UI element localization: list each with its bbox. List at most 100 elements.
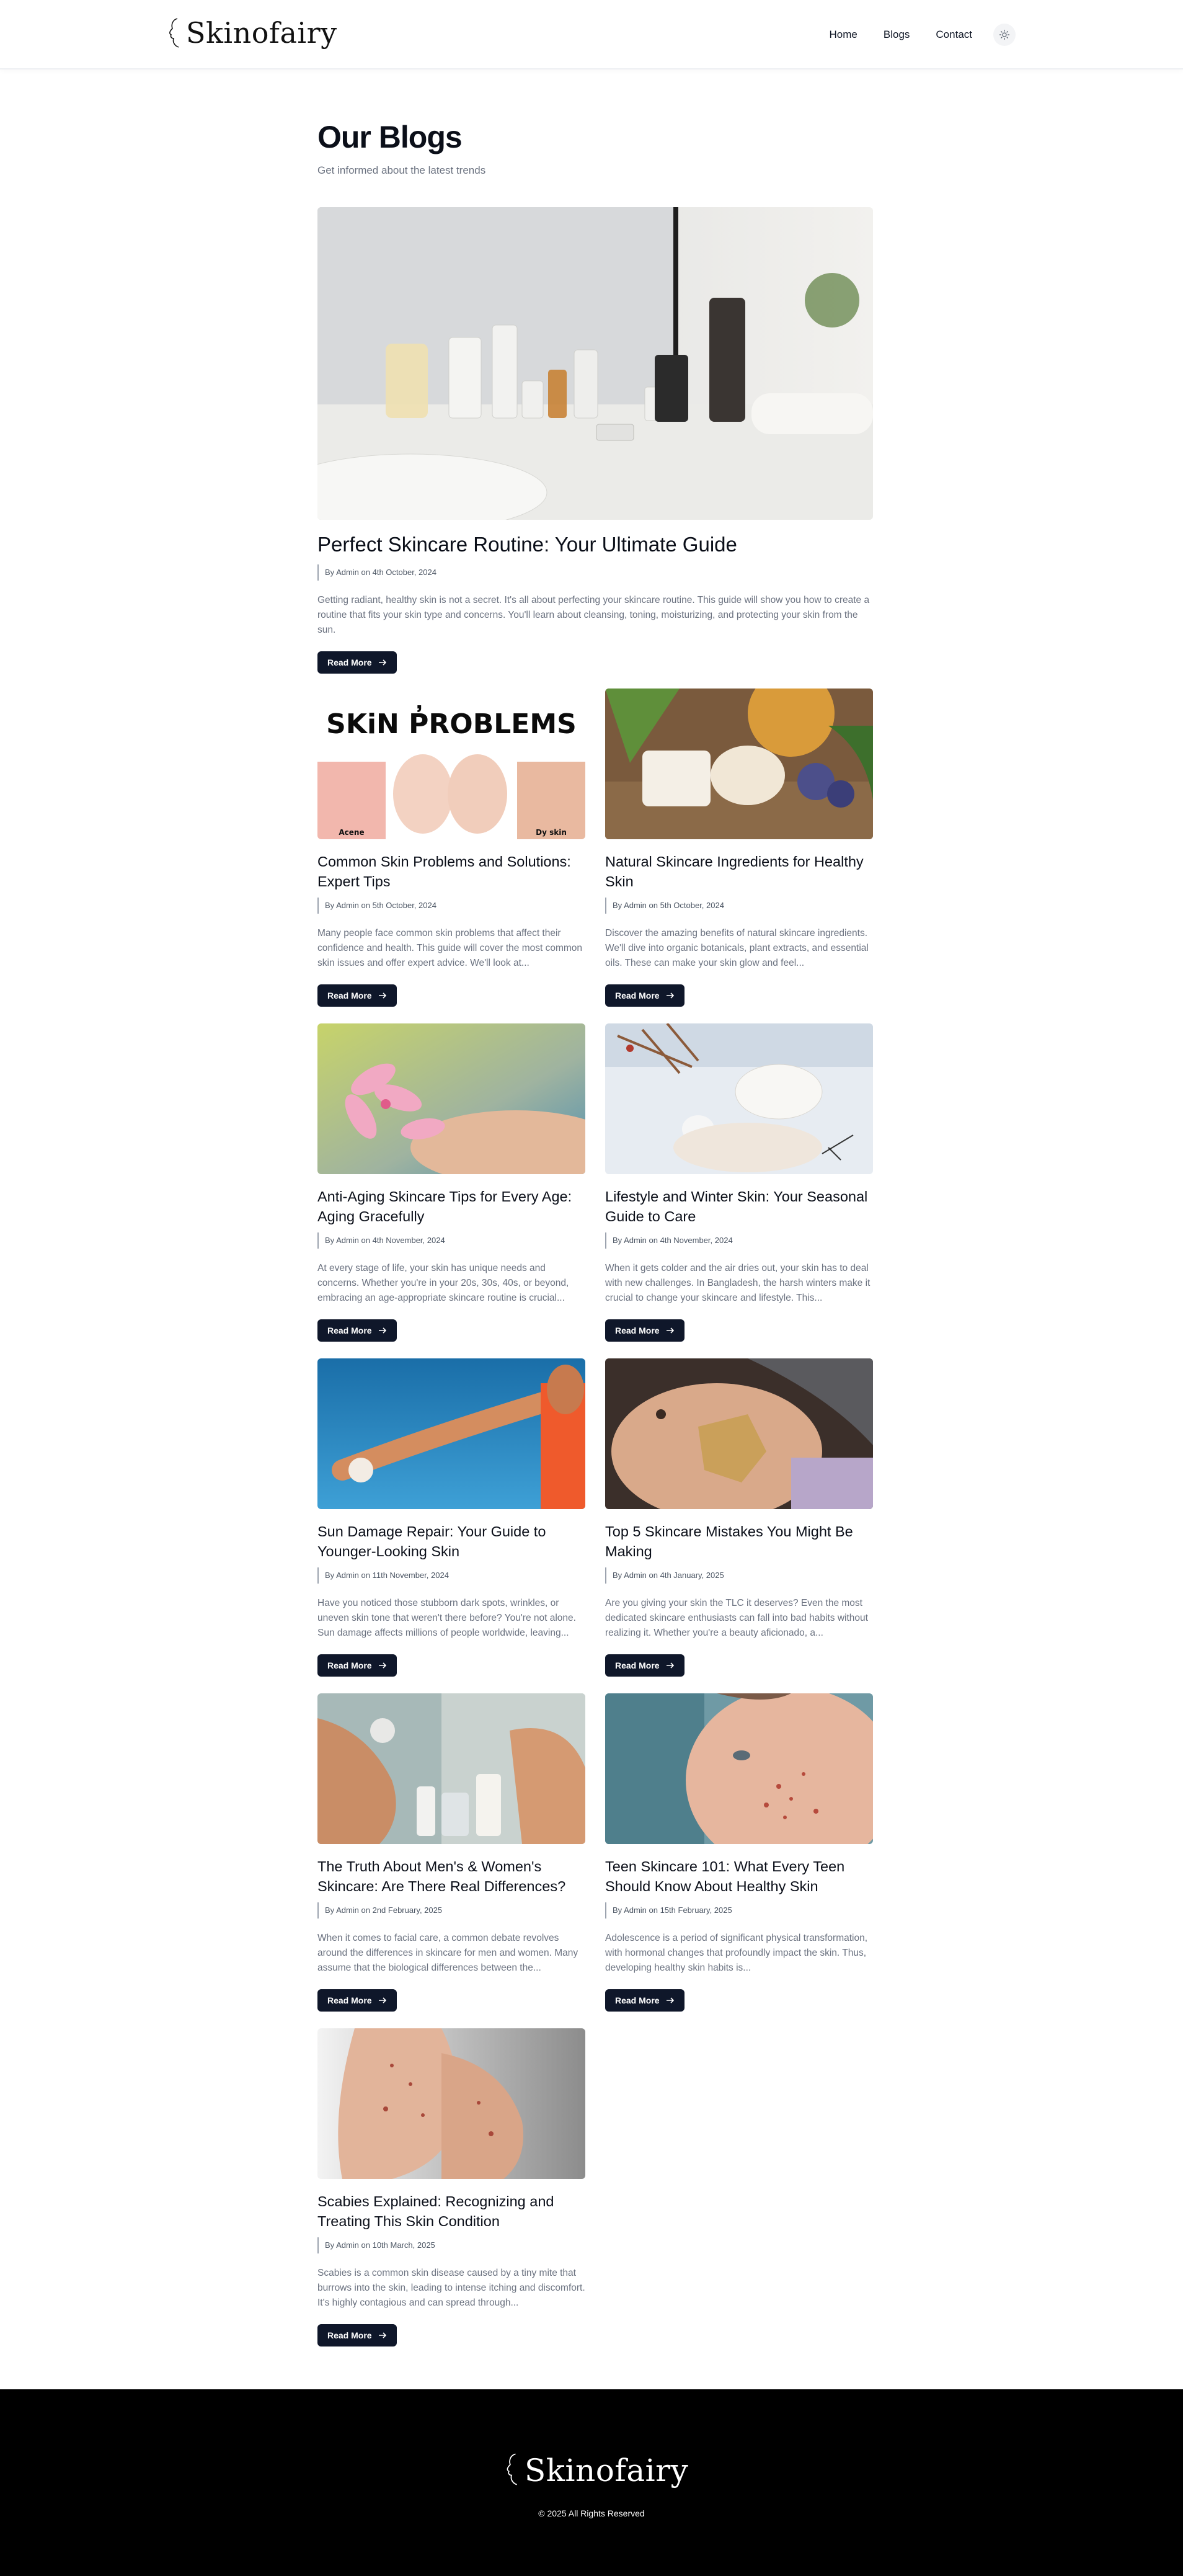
blog-card-excerpt: Are you giving your skin the TLC it dese… bbox=[605, 1598, 868, 1638]
read-more-label: Read More bbox=[615, 1995, 660, 2005]
blog-card: Sun Damage Repair: Your Guide to Younger… bbox=[317, 1358, 585, 1677]
nav-blogs[interactable]: Blogs bbox=[884, 24, 910, 46]
footer-brand-logo[interactable]: Skinofairy bbox=[502, 2451, 688, 2487]
blog-card-excerpt: When it gets colder and the air dries ou… bbox=[605, 1263, 871, 1303]
theme-toggle-button[interactable] bbox=[993, 24, 1016, 46]
image-label-left: Acene bbox=[339, 828, 364, 837]
copyright-text: © 2025 All Rights Reserved bbox=[538, 2508, 645, 2518]
blog-card: Natural Skincare Ingredients for Healthy… bbox=[605, 689, 873, 1007]
blog-card-image[interactable] bbox=[317, 1693, 585, 1844]
read-more-label: Read More bbox=[327, 1995, 372, 2005]
blog-card-excerpt: Scabies is a common skin disease caused … bbox=[317, 2268, 585, 2308]
blog-card-meta: By Admin on 5th October, 2024 bbox=[605, 898, 873, 914]
blog-card-title[interactable]: Scabies Explained: Recognizing and Treat… bbox=[317, 2191, 585, 2231]
arrow-right-icon bbox=[378, 992, 386, 999]
blog-card-image[interactable] bbox=[605, 1693, 873, 1844]
blog-card-meta: By Admin on 5th October, 2024 bbox=[317, 898, 585, 914]
featured-post: Perfect Skincare Routine: Your Ultimate … bbox=[317, 207, 873, 674]
arrow-right-icon bbox=[666, 1997, 674, 2003]
arrow-right-icon bbox=[666, 992, 674, 999]
read-more-label: Read More bbox=[327, 991, 372, 1001]
blog-card-title[interactable]: Common Skin Problems and Solutions: Expe… bbox=[317, 852, 585, 891]
blog-card-image[interactable] bbox=[605, 689, 873, 839]
blog-card: Top 5 Skincare Mistakes You Might Be Mak… bbox=[605, 1358, 873, 1677]
arrow-right-icon bbox=[378, 2332, 386, 2338]
blog-card-excerpt: Adolescence is a period of significant p… bbox=[605, 1933, 868, 1973]
read-more-button[interactable]: Read More bbox=[605, 984, 685, 1007]
read-more-button[interactable]: Read More bbox=[605, 1989, 685, 2012]
sun-icon bbox=[999, 29, 1010, 40]
read-more-button[interactable]: Read More bbox=[317, 1319, 397, 1342]
blog-card-title[interactable]: Anti-Aging Skincare Tips for Every Age: … bbox=[317, 1187, 585, 1226]
brand-name: Skinofairy bbox=[186, 16, 337, 50]
blog-card-excerpt: At every stage of life, your skin has un… bbox=[317, 1263, 569, 1303]
image-label-right: Dy skin bbox=[536, 828, 567, 837]
blog-card-meta: By Admin on 15th February, 2025 bbox=[605, 1902, 873, 1919]
read-more-button[interactable]: Read More bbox=[317, 651, 397, 674]
read-more-button[interactable]: Read More bbox=[317, 1654, 397, 1677]
blog-card-image[interactable] bbox=[317, 2028, 585, 2179]
blog-card: Scabies Explained: Recognizing and Treat… bbox=[317, 2028, 585, 2346]
featured-post-title[interactable]: Perfect Skincare Routine: Your Ultimate … bbox=[317, 531, 873, 558]
blog-card-image[interactable] bbox=[317, 1023, 585, 1174]
read-more-button[interactable]: Read More bbox=[605, 1654, 685, 1677]
site-header: Skinofairy Home Blogs Contact bbox=[0, 0, 1183, 69]
blog-card-excerpt: When it comes to facial care, a common d… bbox=[317, 1933, 578, 1973]
image-heading: SKiN P̓ROBLEMS bbox=[326, 705, 577, 740]
arrow-right-icon bbox=[378, 1997, 386, 2003]
blog-card: Anti-Aging Skincare Tips for Every Age: … bbox=[317, 1023, 585, 1342]
nav-contact[interactable]: Contact bbox=[936, 24, 972, 46]
blog-card-title[interactable]: The Truth About Men's & Women's Skincare… bbox=[317, 1856, 585, 1896]
read-more-label: Read More bbox=[615, 1326, 660, 1335]
blog-card-title[interactable]: Top 5 Skincare Mistakes You Might Be Mak… bbox=[605, 1522, 873, 1561]
read-more-label: Read More bbox=[327, 657, 372, 667]
blog-card-meta: By Admin on 4th November, 2024 bbox=[605, 1232, 873, 1249]
blog-card: SKiN P̓ROBLEMS Acene Dy skin Common Skin… bbox=[317, 689, 585, 1007]
main-nav: Home Blogs Contact bbox=[804, 24, 1016, 46]
arrow-right-icon bbox=[666, 1327, 674, 1334]
blog-card-excerpt: Many people face common skin problems th… bbox=[317, 928, 583, 968]
site-footer: Skinofairy © 2025 All Rights Reserved bbox=[0, 2389, 1183, 2576]
blog-list-page: Our Blogs Get informed about the latest … bbox=[317, 115, 873, 2346]
featured-post-excerpt: Getting radiant, healthy skin is not a s… bbox=[317, 595, 870, 635]
nav-home[interactable]: Home bbox=[830, 24, 857, 46]
blog-card: Lifestyle and Winter Skin: Your Seasonal… bbox=[605, 1023, 873, 1342]
blog-card: The Truth About Men's & Women's Skincare… bbox=[317, 1693, 585, 2012]
arrow-right-icon bbox=[378, 1662, 386, 1669]
featured-post-image[interactable] bbox=[317, 207, 873, 520]
blog-card-title[interactable]: Natural Skincare Ingredients for Healthy… bbox=[605, 852, 873, 891]
brand-logo[interactable]: Skinofairy bbox=[165, 16, 337, 50]
arrow-right-icon bbox=[378, 659, 386, 666]
face-profile-icon bbox=[507, 2453, 517, 2485]
read-more-button[interactable]: Read More bbox=[605, 1319, 685, 1342]
blog-card-excerpt: Have you noticed those stubborn dark spo… bbox=[317, 1598, 576, 1638]
blog-card-title[interactable]: Teen Skincare 101: What Every Teen Shoul… bbox=[605, 1856, 873, 1896]
blog-card-meta: By Admin on 10th March, 2025 bbox=[317, 2237, 585, 2253]
blog-card: Teen Skincare 101: What Every Teen Shoul… bbox=[605, 1693, 873, 2012]
arrow-right-icon bbox=[666, 1662, 674, 1669]
blog-card-title[interactable]: Lifestyle and Winter Skin: Your Seasonal… bbox=[605, 1187, 873, 1226]
read-more-button[interactable]: Read More bbox=[317, 984, 397, 1007]
read-more-label: Read More bbox=[327, 1660, 372, 1670]
blog-card-excerpt: Discover the amazing benefits of natural… bbox=[605, 928, 869, 968]
read-more-button[interactable]: Read More bbox=[317, 1989, 397, 2012]
blog-card-meta: By Admin on 11th November, 2024 bbox=[317, 1567, 585, 1584]
read-more-button[interactable]: Read More bbox=[317, 2324, 397, 2346]
read-more-label: Read More bbox=[327, 1326, 372, 1335]
blog-card-meta: By Admin on 2nd February, 2025 bbox=[317, 1902, 585, 1919]
read-more-label: Read More bbox=[615, 991, 660, 1001]
read-more-label: Read More bbox=[615, 1660, 660, 1670]
blog-card-image[interactable] bbox=[605, 1023, 873, 1174]
read-more-label: Read More bbox=[327, 2330, 372, 2340]
blog-card-meta: By Admin on 4th January, 2025 bbox=[605, 1567, 873, 1584]
blog-card-image[interactable]: SKiN P̓ROBLEMS Acene Dy skin bbox=[317, 689, 585, 839]
footer-brand-name: Skinofairy bbox=[525, 2453, 689, 2489]
arrow-right-icon bbox=[378, 1327, 386, 1334]
page-subtitle: Get informed about the latest trends bbox=[317, 164, 486, 176]
page-title: Our Blogs bbox=[317, 120, 463, 154]
blog-card-image[interactable] bbox=[605, 1358, 873, 1509]
blog-card-title[interactable]: Sun Damage Repair: Your Guide to Younger… bbox=[317, 1522, 585, 1561]
blog-card-image[interactable] bbox=[317, 1358, 585, 1509]
featured-post-meta: By Admin on 4th October, 2024 bbox=[317, 564, 873, 581]
blog-card-meta: By Admin on 4th November, 2024 bbox=[317, 1232, 585, 1249]
